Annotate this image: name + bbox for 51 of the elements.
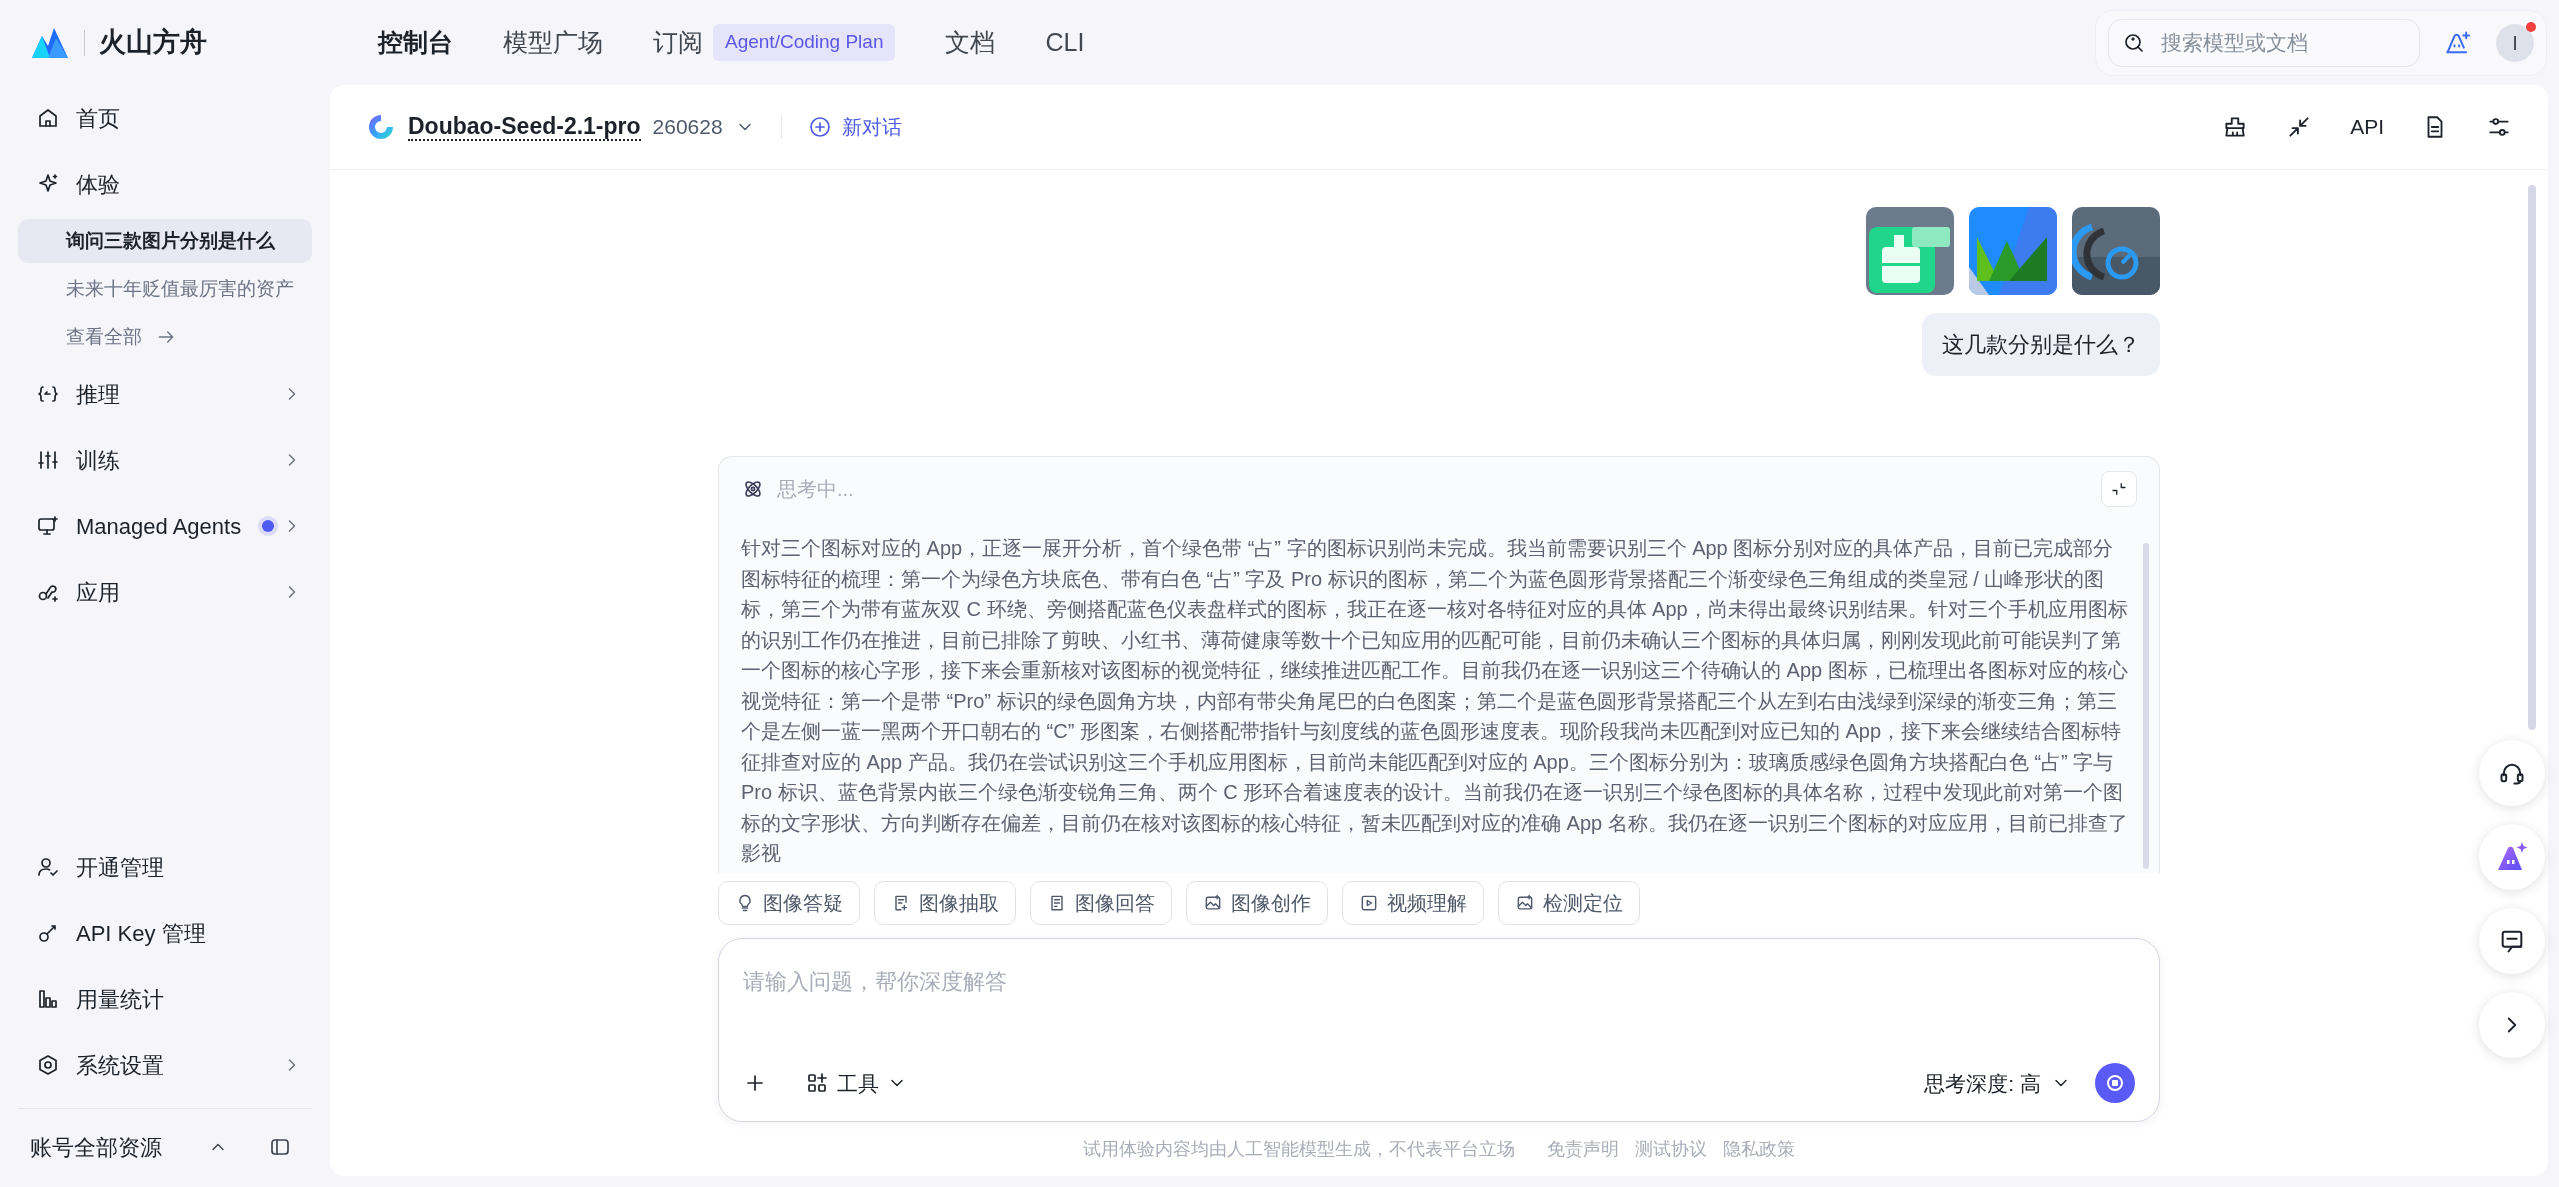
sliders-icon: [36, 448, 60, 472]
sidebar-item[interactable]: 开通管理: [18, 834, 312, 900]
user-message: 这几款分别是什么？: [1922, 313, 2160, 376]
user-icon: [36, 855, 60, 879]
prompt-chip[interactable]: 图像抽取: [874, 880, 1016, 925]
thinking-status: 思考中...: [777, 477, 854, 502]
nav-tab[interactable]: 模型广场: [503, 23, 603, 62]
history-item[interactable]: 询问三款图片分别是什么: [18, 219, 312, 263]
sidebar-item[interactable]: 用量统计: [18, 966, 312, 1032]
thinking-depth-selector[interactable]: 思考深度: 高: [1924, 1067, 2071, 1100]
hex-icon: [36, 1053, 60, 1077]
sidebar-item[interactable]: Managed Agents: [18, 493, 312, 559]
collapse-icon: [2110, 480, 2128, 498]
prompt-chip[interactable]: 视频理解: [1342, 880, 1484, 925]
sidebar-item[interactable]: 首页: [18, 85, 312, 151]
nav-tab[interactable]: CLI: [1045, 23, 1085, 62]
api-button[interactable]: API: [2350, 111, 2384, 143]
prompt-chip[interactable]: 图像答疑: [718, 880, 860, 925]
sidebar-item[interactable]: 推理: [18, 361, 312, 427]
message-composer[interactable]: 请输入问题，帮你深度解答 工具 思考深度: 高: [718, 937, 2160, 1123]
prompt-chip[interactable]: 图像回答: [1030, 880, 1172, 925]
tools-button[interactable]: 工具: [805, 1067, 907, 1100]
stop-button[interactable]: [2095, 1063, 2135, 1104]
sidebar-item[interactable]: 系统设置: [18, 1032, 312, 1098]
agent-icon: [36, 514, 60, 538]
model-selector[interactable]: Doubao-Seed-2.1-pro 260628: [366, 111, 755, 143]
user-avatar[interactable]: I: [2496, 23, 2534, 62]
nav-tab[interactable]: 订阅: [653, 23, 703, 62]
sidebar-item[interactable]: 体验: [18, 151, 312, 217]
account-selector[interactable]: 账号全部资源: [30, 1130, 162, 1164]
chat-plus-icon: [807, 115, 832, 139]
sidebar-item[interactable]: 应用: [18, 559, 312, 625]
plan-badge: Agent/Coding Plan: [713, 24, 896, 61]
model-logo-icon: [366, 112, 396, 142]
nav-tab[interactable]: 文档: [945, 23, 996, 62]
history-item[interactable]: 未来十年贬值最厉害的资产: [18, 267, 312, 311]
sidebar-item[interactable]: 训练: [18, 427, 312, 493]
prompt-chip[interactable]: 图像创作: [1186, 880, 1328, 925]
home-icon: [36, 106, 60, 130]
stop-icon: [2105, 1073, 2125, 1094]
sidebar-item[interactable]: API Key 管理: [18, 900, 312, 966]
message-input[interactable]: 请输入问题，帮你深度解答: [743, 964, 2135, 1064]
bars-icon: [36, 987, 60, 1011]
thinking-text: 针对三个图标对应的 App，正逐一展开分析，首个绿色带 “占” 字的图标识别尚未完成。我当前需要识别三个 App 图标分别对应的具体产品，目前已完成部分图标特征的梳理：第一个为绿色方块底色、带有白色 “占” 字及 Pro 标识的图标，第二个为蓝色圆形背景搭配三个渐变绿色三角组成的类皇冠 / 山峰形状的图标，第三个为带有蓝灰双 C 环绕、旁侧搭配蓝色仪表盘样式的图标，我正在逐一核对各特征对应的具体 App，尚未得出最终识别结果。针对三个手机应用图标的识别工作仍在推进，目前已排除了剪映、小红书、薄荷健康等数十个已知应用的匹配可能，目前仍未确认三个图标的具体归属，刚刚发现此前可能误判了第一个图标的核心字形，接下来会重新核对该图标的视觉特征，继续推进匹配工作。目前我仍在逐一识别这三个待确认的 App 图标，已梳理出各图标对应的核心视觉特征：第一个是带 “Pro” 标识的绿色圆角方块，内部有带尖角尾巴的白色图案；第二个是蓝色圆形背景搭配三个从左到右由浅绿到深绿的渐变三角；第三个是左侧一蓝一黑两个开口朝右的 “C” 形图案，右侧搭配带指针与刻度线的蓝色圆形速度表。现阶段我尚未匹配到对应已知的 App，接下来会继续结合图标特征排查对应的 App 产品。我仍在尝试识别这三个手机应用图标，目前尚未能匹配到对应的 App。三个图标分别为：玻璃质感绿色圆角方块搭配白色 “占” 字与 Pro 标识、蓝色背景内嵌三个绿色渐变锐角三角、两个 C 形环合着速度表的设计。当前我仍在逐一识别三个绿色图标的具体名称，过程中发现此前对第一个图标的文字形状、方向判断存在偏差，目前仍在核对该图标的核心特征，暂未匹配到对应的准确 App 名称。我仍在逐一识别三个图标的对应应用，目前已排查了影视: [741, 536, 2129, 866]
disclaimer-text: 试用体验内容均由人工智能模型生成，不代表平台立场: [1083, 1137, 1515, 1161]
new-chat-button[interactable]: 新对话: [807, 112, 902, 142]
view-all-link[interactable]: 查看全部: [18, 313, 312, 361]
search-field[interactable]: 搜索模型或文档: [2108, 18, 2420, 67]
brand-name: 火山方舟: [99, 26, 207, 60]
prompt-chip[interactable]: 检测定位: [1498, 880, 1640, 925]
nav-tab[interactable]: 控制台: [378, 23, 453, 62]
